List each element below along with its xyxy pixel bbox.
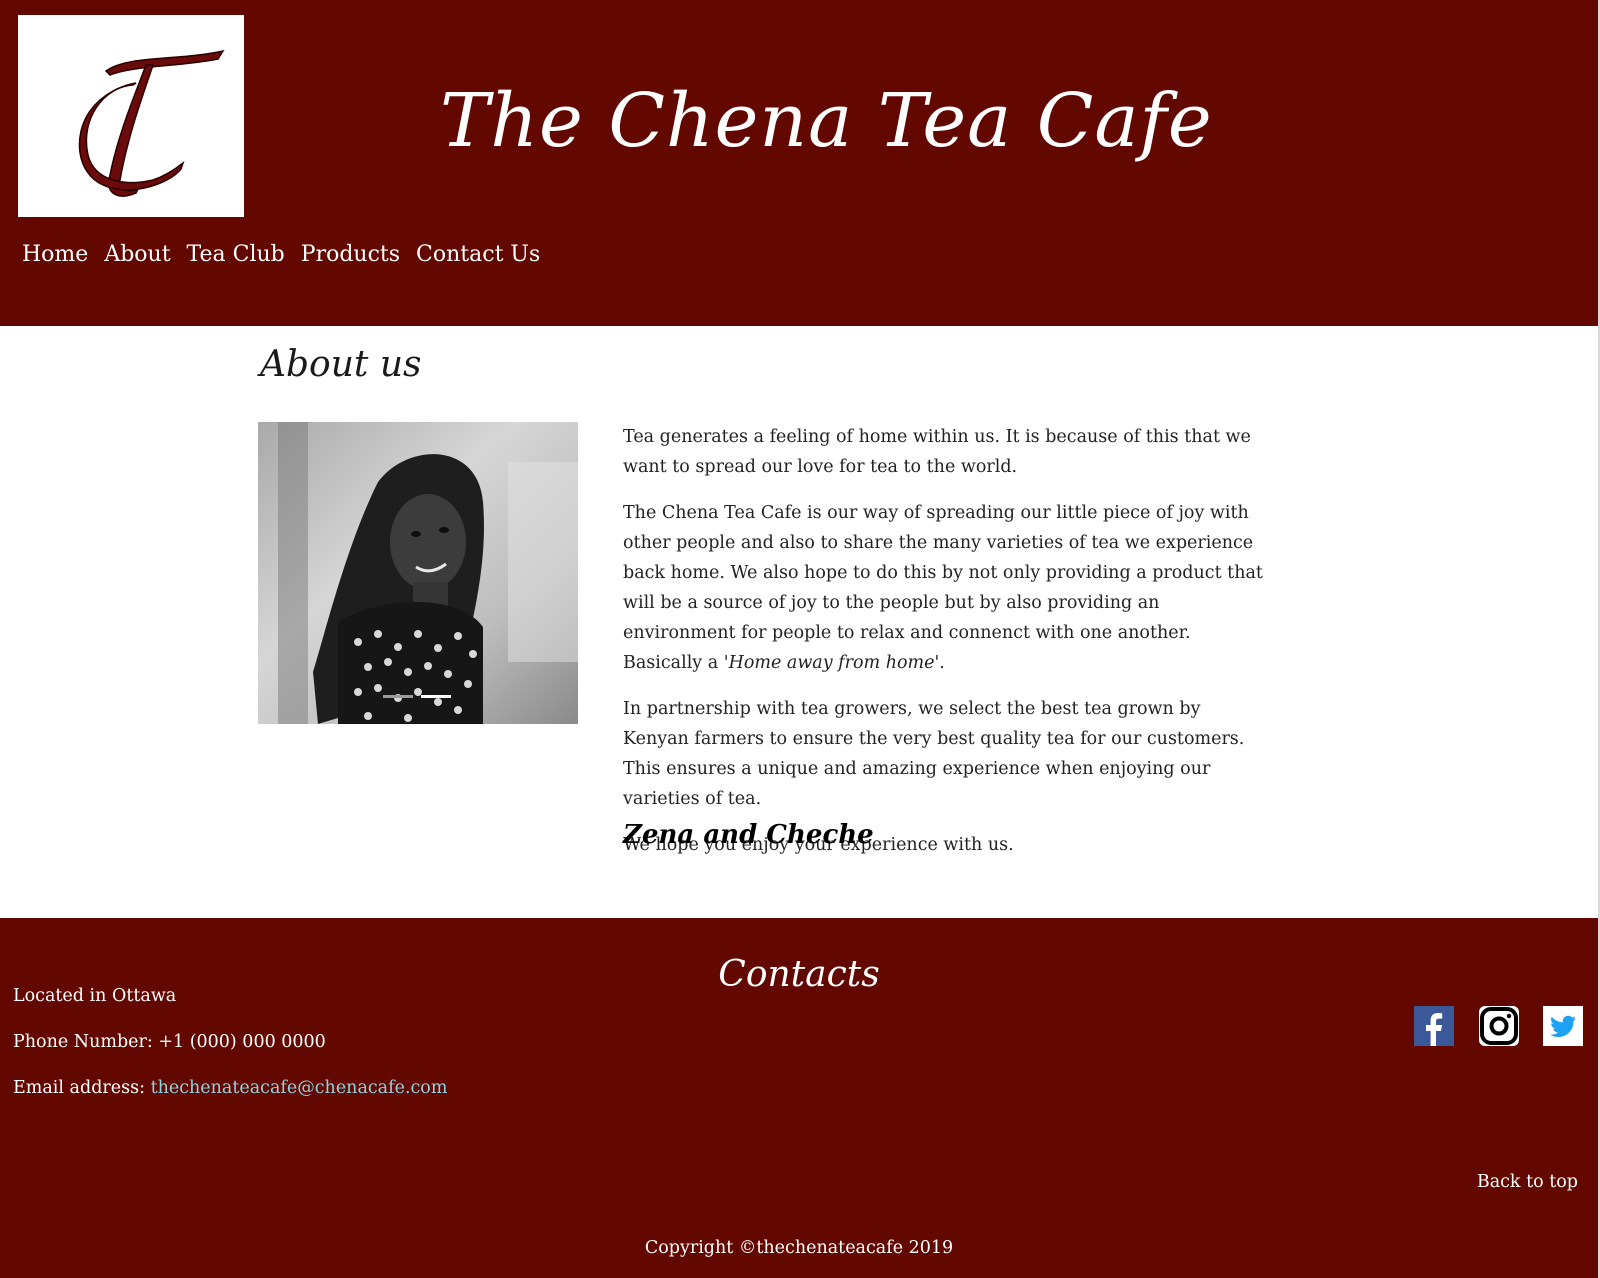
nav-tea-club[interactable]: Tea Club xyxy=(187,242,285,267)
portrait-image xyxy=(258,422,578,724)
twitter-icon[interactable] xyxy=(1543,1006,1583,1046)
about-photo xyxy=(258,422,578,724)
tc-logo-icon xyxy=(78,49,225,197)
main-nav: Home About Tea Club Products Contact Us xyxy=(22,242,556,267)
nav-products[interactable]: Products xyxy=(301,242,400,267)
phone-text: Phone Number: +1 (000) 000 0000 xyxy=(13,1032,326,1052)
signature: Zena and Cheche xyxy=(623,820,874,850)
about-paragraph-1: Tea generates a feeling of home within u… xyxy=(623,427,1251,477)
site-footer: Contacts Located in Ottawa Phone Number:… xyxy=(0,918,1598,1278)
about-paragraph-2-text: The Chena Tea Cafe is our way of spreadi… xyxy=(623,503,1263,673)
about-heading: About us xyxy=(260,344,422,385)
facebook-icon[interactable] xyxy=(1414,1006,1454,1046)
home-away-quote: 'Home away from home' xyxy=(723,653,940,673)
paragraph-2-end: . xyxy=(939,653,945,673)
nav-contact-us[interactable]: Contact Us xyxy=(416,242,540,267)
carousel-indicator-2[interactable] xyxy=(421,695,451,698)
logo[interactable] xyxy=(18,15,244,217)
carousel-indicator-1[interactable] xyxy=(383,695,413,698)
nav-about[interactable]: About xyxy=(104,242,170,267)
instagram-icon[interactable] xyxy=(1479,1006,1519,1046)
about-paragraph-3: In partnership with tea growers, we sele… xyxy=(623,699,1245,809)
copyright-text: Copyright ©thechenateacafe 2019 xyxy=(644,1238,954,1258)
contacts-heading: Contacts xyxy=(718,954,880,995)
site-title: The Chena Tea Cafe xyxy=(440,78,1213,164)
email-link[interactable]: thechenateacafe@chenacafe.com xyxy=(151,1078,448,1098)
back-to-top-link[interactable]: Back to top xyxy=(1477,1172,1578,1192)
location-text: Located in Ottawa xyxy=(13,986,177,1006)
email-line: Email address: thechenateacafe@chenacafe… xyxy=(13,1078,447,1098)
about-text: Tea generates a feeling of home within u… xyxy=(623,422,1263,876)
email-label: Email address: xyxy=(13,1078,145,1098)
about-paragraph-2: The Chena Tea Cafe is our way of spreadi… xyxy=(623,498,1263,678)
site-header: The Chena Tea Cafe Home About Tea Club P… xyxy=(0,0,1598,326)
nav-home[interactable]: Home xyxy=(22,242,88,267)
